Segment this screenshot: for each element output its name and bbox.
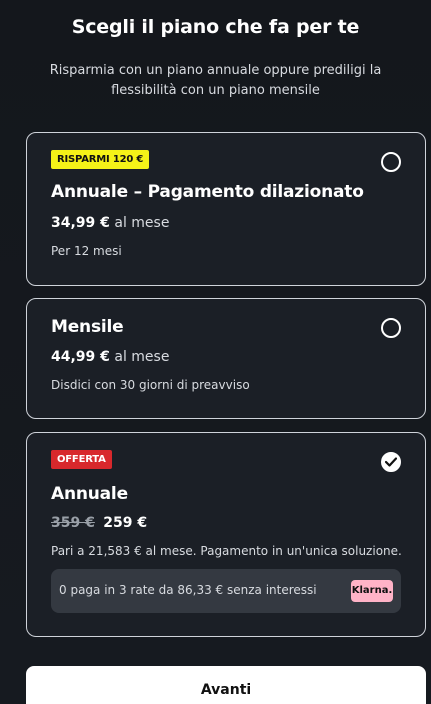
klarna-logo: Klarna.: [351, 580, 393, 602]
plan-title: Mensile: [51, 317, 124, 337]
old-price: 359 €: [51, 515, 95, 531]
plan-title: Annuale: [51, 484, 128, 504]
plan-price: 34,99 €: [51, 215, 110, 231]
continue-button[interactable]: Avanti: [26, 666, 426, 704]
plan-title: Annuale – Pagamento dilazionato: [51, 182, 364, 202]
klarna-installments[interactable]: 0 paga in 3 rate da 86,33 € senza intere…: [51, 569, 401, 613]
savings-badge: RISPARMI 120 €: [51, 150, 150, 169]
page-subtitle: Risparmia con un piano annuale oppure pr…: [49, 63, 382, 98]
plan-price: 259 €: [103, 515, 148, 531]
check-icon[interactable]: [381, 452, 401, 472]
radio-empty-icon[interactable]: [381, 152, 401, 172]
klarna-text: 0 paga in 3 rate da 86,33 € senza intere…: [59, 583, 317, 597]
plan-price-suffix: al mese: [114, 349, 170, 365]
plan-price-suffix: al mese: [114, 215, 170, 231]
plan-price: 44,99 €: [51, 349, 110, 365]
plan-card-monthly[interactable]: Mensile 44,99 € al mese Disdici con 30 g…: [26, 298, 426, 419]
plan-price-line: 359 € 259 €: [51, 515, 147, 531]
plan-price-line: 34,99 € al mese: [51, 215, 169, 231]
page-title: Scegli il piano che fa per te: [71, 16, 360, 38]
plan-card-annual[interactable]: OFFERTA Annuale 359 € 259 € Pari a 21,58…: [26, 432, 426, 637]
offer-badge: OFFERTA: [51, 450, 112, 469]
plan-note: Pari a 21,583 € al mese. Pagamento in un…: [51, 544, 402, 558]
plan-note: Per 12 mesi: [51, 244, 122, 258]
radio-empty-icon[interactable]: [381, 318, 401, 338]
plan-price-line: 44,99 € al mese: [51, 349, 169, 365]
plan-note: Disdici con 30 giorni di preavviso: [51, 378, 250, 392]
plan-card-annual-installments[interactable]: RISPARMI 120 € Annuale – Pagamento dilaz…: [26, 132, 426, 286]
